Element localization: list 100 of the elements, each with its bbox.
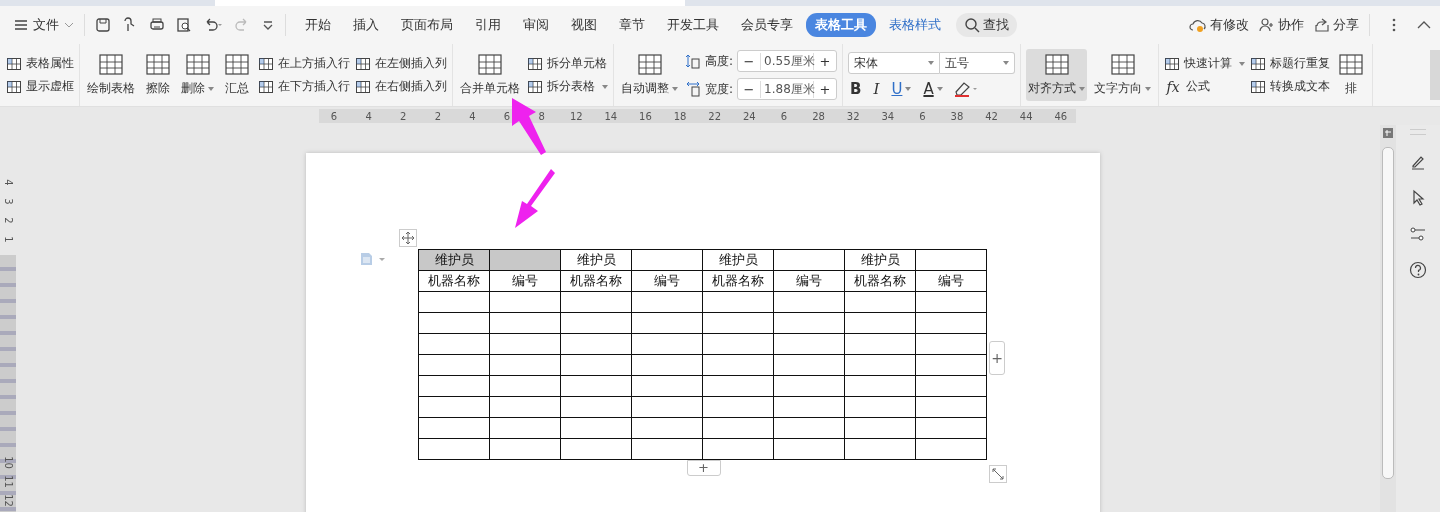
preview-icon[interactable] [176,17,192,33]
search-button[interactable]: 查找 [956,13,1017,37]
table-cell[interactable] [915,354,987,376]
table-cell[interactable] [560,396,632,418]
table-cell[interactable] [915,417,987,439]
highlighter-icon[interactable] [952,80,979,98]
table-cell[interactable] [702,333,774,355]
ribbon-button[interactable]: 汇总 [221,49,253,101]
table-cell[interactable] [773,417,845,439]
table-cell[interactable] [489,312,561,334]
format-button[interactable]: A [921,80,945,98]
table-cell[interactable] [418,312,490,334]
ribbon-button[interactable]: 绘制表格 [85,49,137,101]
spin-field[interactable]: − 0.55厘米 + [737,50,838,72]
table-cell[interactable] [773,312,845,334]
table-cell[interactable] [773,375,845,397]
table-cell[interactable]: 编号 [915,270,987,292]
ribbon-tab[interactable]: 审阅 [514,13,558,37]
ribbon-tab[interactable]: 视图 [562,13,606,37]
ribbon-button[interactable]: 在下方插入行 [258,78,350,95]
table-cell[interactable] [844,417,916,439]
table-cell[interactable] [631,354,703,376]
move-handle-icon[interactable] [399,229,417,247]
scrollbar-thumb[interactable] [1382,147,1394,479]
table-cell[interactable] [631,291,703,313]
ribbon-tab[interactable]: 开发工具 [658,13,728,37]
table-cell[interactable] [418,375,490,397]
format-button[interactable]: B [848,80,864,98]
format-button[interactable]: I [871,80,882,98]
table-cell[interactable] [418,438,490,460]
table-cell[interactable]: 机器名称 [418,270,490,292]
table-cell[interactable] [702,438,774,460]
ribbon-button[interactable]: 排 [1335,49,1368,101]
table-cell[interactable] [631,333,703,355]
table-cell[interactable]: 编号 [489,270,561,292]
ribbon-button[interactable]: fx 公式 [1164,78,1246,95]
table-cell[interactable] [773,249,845,271]
table-cell[interactable] [702,375,774,397]
table-cell[interactable] [560,333,632,355]
increment-button[interactable]: + [814,81,837,97]
save-icon[interactable] [95,17,111,33]
ribbon-button[interactable]: 合并单元格 [458,49,522,101]
ribbon-button[interactable]: 在上方插入行 [258,55,350,72]
table-cell[interactable] [489,438,561,460]
table-cell[interactable] [631,249,703,271]
spin-field[interactable]: − 1.88厘米 + [737,78,838,100]
ruler-toggle-icon[interactable] [1382,127,1394,139]
ribbon-tab[interactable]: 开始 [296,13,340,37]
ribbon-button[interactable]: 拆分单元格 [527,55,608,72]
table-cell[interactable] [702,291,774,313]
ribbon-tab[interactable]: 插入 [344,13,388,37]
table-cell[interactable] [489,333,561,355]
add-column-button[interactable]: + [989,341,1005,375]
ribbon-tab[interactable]: 引用 [466,13,510,37]
ribbon-tab[interactable]: 表格样式 [880,13,950,37]
table-cell[interactable] [489,417,561,439]
decrement-button[interactable]: − [738,53,761,69]
table-cell[interactable] [560,438,632,460]
table-cell[interactable] [631,312,703,334]
table-cell[interactable] [418,291,490,313]
table-cell[interactable] [844,312,916,334]
table-cell[interactable] [631,375,703,397]
ribbon-button[interactable]: 拆分表格 [527,78,608,95]
table-cell[interactable]: 编号 [631,270,703,292]
font-dropdown[interactable]: 五号 [940,52,1016,74]
ribbon-tab[interactable]: 表格工具 [806,13,876,37]
ribbon-button[interactable]: 转换成文本 [1250,78,1331,95]
file-menu[interactable]: 文件 [14,16,74,34]
table-cell[interactable] [773,333,845,355]
table-cell[interactable] [844,375,916,397]
table-cell[interactable] [489,354,561,376]
table-cell[interactable] [489,375,561,397]
ribbon-button[interactable]: 删除 [179,49,216,101]
table-cell[interactable] [560,312,632,334]
toolbar-action[interactable]: 有修改 [1189,16,1249,34]
table-cell[interactable] [702,417,774,439]
table-cell[interactable]: 机器名称 [702,270,774,292]
table-cell[interactable] [844,291,916,313]
ribbon-button[interactable]: 快速计算 [1164,55,1246,72]
help-icon[interactable] [1409,261,1427,279]
table-cell[interactable] [560,417,632,439]
table-cell[interactable] [489,249,561,271]
table-cell[interactable] [844,438,916,460]
table-cell[interactable] [702,354,774,376]
print-icon[interactable] [149,17,165,33]
table-cell[interactable] [489,396,561,418]
table-cell[interactable] [702,312,774,334]
toolbar-action[interactable]: 分享 [1314,16,1359,34]
ribbon-button[interactable]: 文字方向 [1092,49,1154,101]
table-cell[interactable] [915,291,987,313]
table-cell[interactable] [915,375,987,397]
table-cell[interactable] [418,396,490,418]
ribbon-button[interactable]: 在左侧插入列 [355,55,447,72]
format-button[interactable]: U [889,80,914,98]
table-cell[interactable]: 维护员 [560,249,632,271]
table-cell[interactable] [631,438,703,460]
table-cell[interactable] [418,333,490,355]
decrement-button[interactable]: − [738,81,761,97]
increment-button[interactable]: + [814,53,837,69]
table-cell[interactable] [560,354,632,376]
